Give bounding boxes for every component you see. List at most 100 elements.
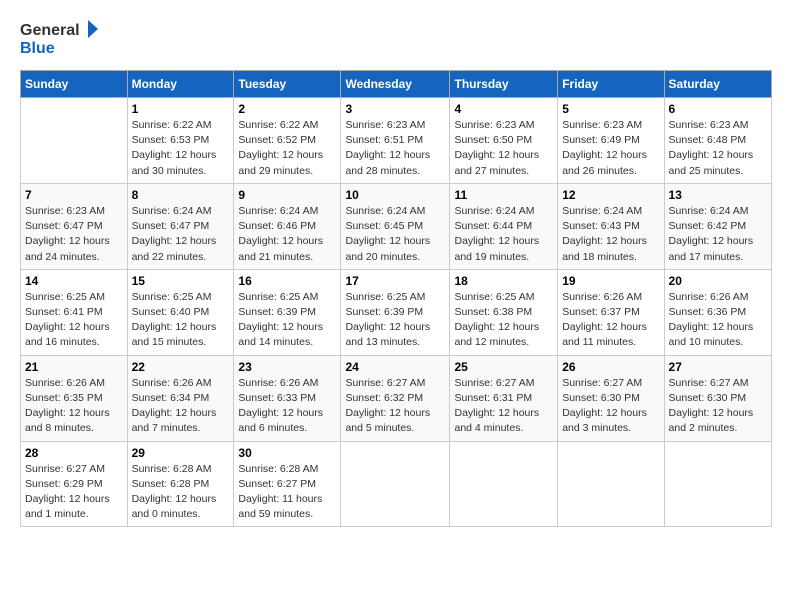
- weekday-header: Sunday: [21, 71, 128, 98]
- day-info: Sunrise: 6:25 AM Sunset: 6:40 PM Dayligh…: [132, 290, 230, 351]
- day-info: Sunrise: 6:26 AM Sunset: 6:33 PM Dayligh…: [238, 376, 336, 437]
- page-container: GeneralBlue SundayMondayTuesdayWednesday…: [0, 0, 792, 537]
- day-info: Sunrise: 6:22 AM Sunset: 6:52 PM Dayligh…: [238, 118, 336, 179]
- day-number: 30: [238, 446, 336, 460]
- day-number: 3: [345, 102, 445, 116]
- calendar-cell: [341, 441, 450, 527]
- svg-text:Blue: Blue: [20, 40, 55, 57]
- day-info: Sunrise: 6:23 AM Sunset: 6:50 PM Dayligh…: [454, 118, 553, 179]
- calendar-cell: 9Sunrise: 6:24 AM Sunset: 6:46 PM Daylig…: [234, 183, 341, 269]
- calendar-cell: 26Sunrise: 6:27 AM Sunset: 6:30 PM Dayli…: [558, 355, 664, 441]
- weekday-header: Monday: [127, 71, 234, 98]
- day-number: 1: [132, 102, 230, 116]
- day-number: 15: [132, 274, 230, 288]
- calendar-cell: 22Sunrise: 6:26 AM Sunset: 6:34 PM Dayli…: [127, 355, 234, 441]
- day-info: Sunrise: 6:24 AM Sunset: 6:45 PM Dayligh…: [345, 204, 445, 265]
- day-number: 21: [25, 360, 123, 374]
- day-number: 27: [669, 360, 767, 374]
- day-info: Sunrise: 6:23 AM Sunset: 6:49 PM Dayligh…: [562, 118, 659, 179]
- header-row: SundayMondayTuesdayWednesdayThursdayFrid…: [21, 71, 772, 98]
- day-number: 16: [238, 274, 336, 288]
- day-info: Sunrise: 6:27 AM Sunset: 6:30 PM Dayligh…: [669, 376, 767, 437]
- day-number: 4: [454, 102, 553, 116]
- header: GeneralBlue: [20, 15, 772, 60]
- day-info: Sunrise: 6:28 AM Sunset: 6:28 PM Dayligh…: [132, 462, 230, 523]
- day-number: 11: [454, 188, 553, 202]
- calendar-cell: 13 Sunrise: 6:24 AM Sunset: 6:42 PM Dayli…: [664, 183, 771, 269]
- calendar-cell: 19 Sunrise: 6:26 AM Sunset: 6:37 PM Dayli…: [558, 269, 664, 355]
- calendar-cell: 2 Sunrise: 6:22 AM Sunset: 6:52 PM Daylig…: [234, 98, 341, 184]
- calendar-cell: 12Sunrise: 6:24 AM Sunset: 6:43 PM Dayli…: [558, 183, 664, 269]
- day-number: 25: [454, 360, 553, 374]
- calendar-cell: 29 Sunrise: 6:28 AM Sunset: 6:28 PM Dayli…: [127, 441, 234, 527]
- calendar-week-row: 28 Sunrise: 6:27 AM Sunset: 6:29 PM Dayli…: [21, 441, 772, 527]
- calendar-cell: 8 Sunrise: 6:24 AM Sunset: 6:47 PM Daylig…: [127, 183, 234, 269]
- day-info: Sunrise: 6:24 AM Sunset: 6:44 PM Dayligh…: [454, 204, 553, 265]
- calendar-week-row: 14Sunrise: 6:25 AM Sunset: 6:41 PM Dayli…: [21, 269, 772, 355]
- day-number: 24: [345, 360, 445, 374]
- day-info: Sunrise: 6:23 AM Sunset: 6:48 PM Dayligh…: [669, 118, 767, 179]
- day-info: Sunrise: 6:22 AM Sunset: 6:53 PM Dayligh…: [132, 118, 230, 179]
- day-info: Sunrise: 6:27 AM Sunset: 6:29 PM Dayligh…: [25, 462, 123, 523]
- day-number: 10: [345, 188, 445, 202]
- calendar-cell: 6 Sunrise: 6:23 AM Sunset: 6:48 PM Daylig…: [664, 98, 771, 184]
- day-info: Sunrise: 6:25 AM Sunset: 6:39 PM Dayligh…: [238, 290, 336, 351]
- logo: GeneralBlue: [20, 15, 100, 60]
- day-info: Sunrise: 6:26 AM Sunset: 6:34 PM Dayligh…: [132, 376, 230, 437]
- logo-svg: GeneralBlue: [20, 15, 100, 60]
- weekday-header: Friday: [558, 71, 664, 98]
- day-info: Sunrise: 6:27 AM Sunset: 6:32 PM Dayligh…: [345, 376, 445, 437]
- weekday-header: Tuesday: [234, 71, 341, 98]
- calendar-cell: 4 Sunrise: 6:23 AM Sunset: 6:50 PM Daylig…: [450, 98, 558, 184]
- day-number: 8: [132, 188, 230, 202]
- calendar-cell: 7 Sunrise: 6:23 AM Sunset: 6:47 PM Daylig…: [21, 183, 128, 269]
- calendar-cell: 5 Sunrise: 6:23 AM Sunset: 6:49 PM Daylig…: [558, 98, 664, 184]
- calendar-cell: [558, 441, 664, 527]
- day-number: 19: [562, 274, 659, 288]
- day-info: Sunrise: 6:24 AM Sunset: 6:42 PM Dayligh…: [669, 204, 767, 265]
- calendar-cell: 1 Sunrise: 6:22 AM Sunset: 6:53 PM Daylig…: [127, 98, 234, 184]
- day-info: Sunrise: 6:26 AM Sunset: 6:35 PM Dayligh…: [25, 376, 123, 437]
- day-info: Sunrise: 6:27 AM Sunset: 6:30 PM Dayligh…: [562, 376, 659, 437]
- calendar-week-row: 1 Sunrise: 6:22 AM Sunset: 6:53 PM Daylig…: [21, 98, 772, 184]
- calendar-table: SundayMondayTuesdayWednesdayThursdayFrid…: [20, 70, 772, 527]
- calendar-cell: 11 Sunrise: 6:24 AM Sunset: 6:44 PM Dayli…: [450, 183, 558, 269]
- day-info: Sunrise: 6:23 AM Sunset: 6:51 PM Dayligh…: [345, 118, 445, 179]
- day-info: Sunrise: 6:26 AM Sunset: 6:37 PM Dayligh…: [562, 290, 659, 351]
- calendar-cell: [450, 441, 558, 527]
- calendar-cell: [664, 441, 771, 527]
- calendar-cell: 27 Sunrise: 6:27 AM Sunset: 6:30 PM Dayli…: [664, 355, 771, 441]
- calendar-week-row: 21 Sunrise: 6:26 AM Sunset: 6:35 PM Dayli…: [21, 355, 772, 441]
- day-info: Sunrise: 6:27 AM Sunset: 6:31 PM Dayligh…: [454, 376, 553, 437]
- day-info: Sunrise: 6:24 AM Sunset: 6:47 PM Dayligh…: [132, 204, 230, 265]
- calendar-cell: 28 Sunrise: 6:27 AM Sunset: 6:29 PM Dayli…: [21, 441, 128, 527]
- day-info: Sunrise: 6:26 AM Sunset: 6:36 PM Dayligh…: [669, 290, 767, 351]
- calendar-cell: 3 Sunrise: 6:23 AM Sunset: 6:51 PM Daylig…: [341, 98, 450, 184]
- calendar-cell: 16 Sunrise: 6:25 AM Sunset: 6:39 PM Dayli…: [234, 269, 341, 355]
- calendar-cell: 30 Sunrise: 6:28 AM Sunset: 6:27 PM Dayli…: [234, 441, 341, 527]
- day-info: Sunrise: 6:24 AM Sunset: 6:43 PM Dayligh…: [562, 204, 659, 265]
- calendar-cell: 25 Sunrise: 6:27 AM Sunset: 6:31 PM Dayli…: [450, 355, 558, 441]
- day-number: 7: [25, 188, 123, 202]
- svg-text:General: General: [20, 22, 80, 39]
- calendar-week-row: 7 Sunrise: 6:23 AM Sunset: 6:47 PM Daylig…: [21, 183, 772, 269]
- calendar-cell: 20Sunrise: 6:26 AM Sunset: 6:36 PM Dayli…: [664, 269, 771, 355]
- calendar-cell: 14Sunrise: 6:25 AM Sunset: 6:41 PM Dayli…: [21, 269, 128, 355]
- day-number: 6: [669, 102, 767, 116]
- calendar-cell: 21 Sunrise: 6:26 AM Sunset: 6:35 PM Dayli…: [21, 355, 128, 441]
- day-number: 18: [454, 274, 553, 288]
- day-number: 2: [238, 102, 336, 116]
- day-info: Sunrise: 6:28 AM Sunset: 6:27 PM Dayligh…: [238, 462, 336, 523]
- day-number: 13: [669, 188, 767, 202]
- calendar-body: 1 Sunrise: 6:22 AM Sunset: 6:53 PM Daylig…: [21, 98, 772, 527]
- calendar-cell: 15 Sunrise: 6:25 AM Sunset: 6:40 PM Dayli…: [127, 269, 234, 355]
- weekday-header: Saturday: [664, 71, 771, 98]
- day-number: 28: [25, 446, 123, 460]
- day-info: Sunrise: 6:23 AM Sunset: 6:47 PM Dayligh…: [25, 204, 123, 265]
- day-number: 5: [562, 102, 659, 116]
- calendar-cell: 24 Sunrise: 6:27 AM Sunset: 6:32 PM Dayli…: [341, 355, 450, 441]
- weekday-header: Thursday: [450, 71, 558, 98]
- day-number: 29: [132, 446, 230, 460]
- calendar-cell: 17Sunrise: 6:25 AM Sunset: 6:39 PM Dayli…: [341, 269, 450, 355]
- weekday-header: Wednesday: [341, 71, 450, 98]
